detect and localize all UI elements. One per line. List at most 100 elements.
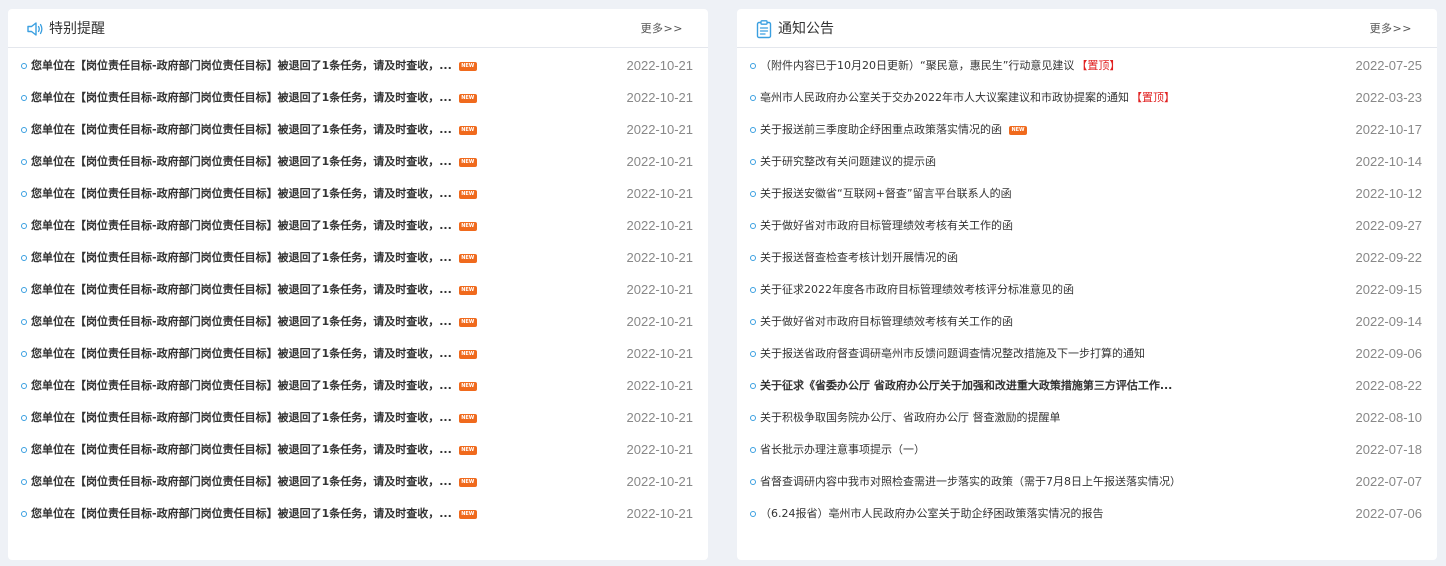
item-title-group[interactable]: 您单位在【岗位责任目标-政府部门岗位责任目标】被退回了1条任务，请及时查收，..… xyxy=(31,442,477,458)
list-item[interactable]: 关于研究整改有关问题建议的提示函 2022-10-14 xyxy=(737,147,1437,179)
item-title-group[interactable]: 关于积极争取国务院办公厅、省政府办公厅 督查激励的提醒单 xyxy=(760,410,1061,426)
item-title[interactable]: 关于征求《省委办公厅 省政府办公厅关于加强和改进重大政策措施第三方评估工作... xyxy=(760,378,1172,394)
item-title-group[interactable]: 关于报送安徽省“互联网+督查”留言平台联系人的函 xyxy=(760,186,1012,202)
list-item[interactable]: 您单位在【岗位责任目标-政府部门岗位责任目标】被退回了1条任务，请及时查收，..… xyxy=(8,371,708,403)
list-item[interactable]: 关于征求《省委办公厅 省政府办公厅关于加强和改进重大政策措施第三方评估工作...… xyxy=(737,371,1437,403)
item-title-group[interactable]: 您单位在【岗位责任目标-政府部门岗位责任目标】被退回了1条任务，请及时查收，..… xyxy=(31,378,477,394)
item-title-group[interactable]: 您单位在【岗位责任目标-政府部门岗位责任目标】被退回了1条任务，请及时查收，..… xyxy=(31,410,477,426)
item-title-group[interactable]: （6.24报省）亳州市人民政府办公室关于助企纾困政策落实情况的报告 xyxy=(760,506,1104,522)
item-title[interactable]: 省长批示办理注意事项提示（一） xyxy=(760,442,925,458)
list-item[interactable]: 亳州市人民政府办公室关于交办2022年市人大议案建议和市政协提案的通知 【置顶】 2… xyxy=(737,83,1437,115)
list-item[interactable]: 关于报送前三季度助企纾困重点政策落实情况的函 NEW 2022-10-17 xyxy=(737,115,1437,147)
item-title-group[interactable]: 您单位在【岗位责任目标-政府部门岗位责任目标】被退回了1条任务，请及时查收，..… xyxy=(31,474,477,490)
item-title-group[interactable]: 关于征求《省委办公厅 省政府办公厅关于加强和改进重大政策措施第三方评估工作... xyxy=(760,378,1172,394)
list-item[interactable]: 您单位在【岗位责任目标-政府部门岗位责任目标】被退回了1条任务，请及时查收，..… xyxy=(8,307,708,339)
item-title-group[interactable]: 关于报送前三季度助企纾困重点政策落实情况的函 NEW xyxy=(760,122,1027,138)
item-title-group[interactable]: 您单位在【岗位责任目标-政府部门岗位责任目标】被退回了1条任务，请及时查收，..… xyxy=(31,314,477,330)
item-title-group[interactable]: 省长批示办理注意事项提示（一） xyxy=(760,442,925,458)
item-title[interactable]: 关于报送督查检查考核计划开展情况的函 xyxy=(760,250,958,266)
item-title-group[interactable]: 关于征求2022年度各市政府目标管理绩效考核评分标准意见的函 xyxy=(760,282,1074,298)
item-title[interactable]: 您单位在【岗位责任目标-政府部门岗位责任目标】被退回了1条任务，请及时查收，..… xyxy=(31,410,452,426)
list-item[interactable]: 您单位在【岗位责任目标-政府部门岗位责任目标】被退回了1条任务，请及时查收，..… xyxy=(8,339,708,371)
item-date: 2022-10-21 xyxy=(626,250,694,265)
item-title[interactable]: （附件内容已于10月20日更新）“聚民意，惠民生”行动意见建议 xyxy=(760,58,1074,74)
list-item[interactable]: 您单位在【岗位责任目标-政府部门岗位责任目标】被退回了1条任务，请及时查收，..… xyxy=(8,211,708,243)
list-item[interactable]: 您单位在【岗位责任目标-政府部门岗位责任目标】被退回了1条任务，请及时查收，..… xyxy=(8,243,708,275)
item-date: 2022-10-21 xyxy=(626,282,694,297)
item-title[interactable]: 关于报送前三季度助企纾困重点政策落实情况的函 xyxy=(760,122,1002,138)
item-title-group[interactable]: 您单位在【岗位责任目标-政府部门岗位责任目标】被退回了1条任务，请及时查收，..… xyxy=(31,122,477,138)
item-title[interactable]: 您单位在【岗位责任目标-政府部门岗位责任目标】被退回了1条任务，请及时查收，..… xyxy=(31,314,452,330)
item-title-group[interactable]: 关于做好省对市政府目标管理绩效考核有关工作的函 xyxy=(760,218,1013,234)
list-item[interactable]: 关于征求2022年度各市政府目标管理绩效考核评分标准意见的函 2022-09-15 xyxy=(737,275,1437,307)
list-item[interactable]: 省督查调研内容中我市对照检查需进一步落实的政策（需于7月8日上午报送落实情况） 2… xyxy=(737,467,1437,499)
bullet-icon xyxy=(21,191,27,197)
item-title-group[interactable]: 您单位在【岗位责任目标-政府部门岗位责任目标】被退回了1条任务，请及时查收，..… xyxy=(31,186,477,202)
item-title[interactable]: 您单位在【岗位责任目标-政府部门岗位责任目标】被退回了1条任务，请及时查收，..… xyxy=(31,154,452,170)
item-title-group[interactable]: 省督查调研内容中我市对照检查需进一步落实的政策（需于7月8日上午报送落实情况） xyxy=(760,474,1181,490)
item-title[interactable]: 您单位在【岗位责任目标-政府部门岗位责任目标】被退回了1条任务，请及时查收，..… xyxy=(31,58,452,74)
item-title[interactable]: 关于报送省政府督查调研亳州市反馈问题调查情况整改措施及下一步打算的通知 xyxy=(760,346,1145,362)
bullet-icon xyxy=(750,287,756,293)
item-title[interactable]: （6.24报省）亳州市人民政府办公室关于助企纾困政策落实情况的报告 xyxy=(760,506,1104,522)
item-title[interactable]: 省督查调研内容中我市对照检查需进一步落实的政策（需于7月8日上午报送落实情况） xyxy=(760,474,1181,490)
item-title[interactable]: 关于征求2022年度各市政府目标管理绩效考核评分标准意见的函 xyxy=(760,282,1074,298)
new-badge-icon: NEW xyxy=(458,93,477,103)
item-title-group[interactable]: 关于研究整改有关问题建议的提示函 xyxy=(760,154,936,170)
item-title[interactable]: 关于做好省对市政府目标管理绩效考核有关工作的函 xyxy=(760,218,1013,234)
list-item[interactable]: 您单位在【岗位责任目标-政府部门岗位责任目标】被退回了1条任务，请及时查收，..… xyxy=(8,147,708,179)
list-item[interactable]: 关于做好省对市政府目标管理绩效考核有关工作的函 2022-09-14 xyxy=(737,307,1437,339)
item-title[interactable]: 您单位在【岗位责任目标-政府部门岗位责任目标】被退回了1条任务，请及时查收，..… xyxy=(31,122,452,138)
more-link[interactable]: 更多>> xyxy=(1370,21,1412,37)
item-title-group[interactable]: 您单位在【岗位责任目标-政府部门岗位责任目标】被退回了1条任务，请及时查收，..… xyxy=(31,218,477,234)
list-item[interactable]: 关于积极争取国务院办公厅、省政府办公厅 督查激励的提醒单 2022-08-10 xyxy=(737,403,1437,435)
more-link[interactable]: 更多>> xyxy=(641,21,683,37)
item-title-group[interactable]: 您单位在【岗位责任目标-政府部门岗位责任目标】被退回了1条任务，请及时查收，..… xyxy=(31,154,477,170)
list-item[interactable]: 您单位在【岗位责任目标-政府部门岗位责任目标】被退回了1条任务，请及时查收，..… xyxy=(8,51,708,83)
item-title[interactable]: 关于积极争取国务院办公厅、省政府办公厅 督查激励的提醒单 xyxy=(760,410,1061,426)
item-title-group[interactable]: 关于报送督查检查考核计划开展情况的函 xyxy=(760,250,958,266)
list-item[interactable]: 您单位在【岗位责任目标-政府部门岗位责任目标】被退回了1条任务，请及时查收，..… xyxy=(8,499,708,531)
item-title[interactable]: 您单位在【岗位责任目标-政府部门岗位责任目标】被退回了1条任务，请及时查收，..… xyxy=(31,90,452,106)
item-title-group[interactable]: 您单位在【岗位责任目标-政府部门岗位责任目标】被退回了1条任务，请及时查收，..… xyxy=(31,282,477,298)
list-item[interactable]: 您单位在【岗位责任目标-政府部门岗位责任目标】被退回了1条任务，请及时查收，..… xyxy=(8,275,708,307)
list-item[interactable]: （附件内容已于10月20日更新）“聚民意，惠民生”行动意见建议 【置顶】 2022-… xyxy=(737,51,1437,83)
item-title[interactable]: 您单位在【岗位责任目标-政府部门岗位责任目标】被退回了1条任务，请及时查收，..… xyxy=(31,474,452,490)
list-item[interactable]: 您单位在【岗位责任目标-政府部门岗位责任目标】被退回了1条任务，请及时查收，..… xyxy=(8,403,708,435)
list-item[interactable]: 您单位在【岗位责任目标-政府部门岗位责任目标】被退回了1条任务，请及时查收，..… xyxy=(8,115,708,147)
item-title-group[interactable]: 您单位在【岗位责任目标-政府部门岗位责任目标】被退回了1条任务，请及时查收，..… xyxy=(31,250,477,266)
item-title[interactable]: 关于做好省对市政府目标管理绩效考核有关工作的函 xyxy=(760,314,1013,330)
list-item[interactable]: 您单位在【岗位责任目标-政府部门岗位责任目标】被退回了1条任务，请及时查收，..… xyxy=(8,83,708,115)
item-title-group[interactable]: 亳州市人民政府办公室关于交办2022年市人大议案建议和市政协提案的通知 【置顶】 xyxy=(760,90,1175,106)
item-title[interactable]: 关于研究整改有关问题建议的提示函 xyxy=(760,154,936,170)
item-title-group[interactable]: 您单位在【岗位责任目标-政府部门岗位责任目标】被退回了1条任务，请及时查收，..… xyxy=(31,346,477,362)
list-item[interactable]: 关于做好省对市政府目标管理绩效考核有关工作的函 2022-09-27 xyxy=(737,211,1437,243)
list-item[interactable]: 您单位在【岗位责任目标-政府部门岗位责任目标】被退回了1条任务，请及时查收，..… xyxy=(8,467,708,499)
item-title[interactable]: 您单位在【岗位责任目标-政府部门岗位责任目标】被退回了1条任务，请及时查收，..… xyxy=(31,378,452,394)
item-title-group[interactable]: 您单位在【岗位责任目标-政府部门岗位责任目标】被退回了1条任务，请及时查收，..… xyxy=(31,58,477,74)
list-item[interactable]: （6.24报省）亳州市人民政府办公室关于助企纾困政策落实情况的报告 2022-07… xyxy=(737,499,1437,531)
list-item[interactable]: 关于报送安徽省“互联网+督查”留言平台联系人的函 2022-10-12 xyxy=(737,179,1437,211)
list-item[interactable]: 省长批示办理注意事项提示（一） 2022-07-18 xyxy=(737,435,1437,467)
item-title[interactable]: 亳州市人民政府办公室关于交办2022年市人大议案建议和市政协提案的通知 xyxy=(760,90,1129,106)
list-item[interactable]: 您单位在【岗位责任目标-政府部门岗位责任目标】被退回了1条任务，请及时查收，..… xyxy=(8,435,708,467)
item-title-group[interactable]: 关于做好省对市政府目标管理绩效考核有关工作的函 xyxy=(760,314,1013,330)
item-title-group[interactable]: 关于报送省政府督查调研亳州市反馈问题调查情况整改措施及下一步打算的通知 xyxy=(760,346,1145,362)
list-item[interactable]: 关于报送督查检查考核计划开展情况的函 2022-09-22 xyxy=(737,243,1437,275)
item-title[interactable]: 您单位在【岗位责任目标-政府部门岗位责任目标】被退回了1条任务，请及时查收，..… xyxy=(31,186,452,202)
item-date: 2022-10-21 xyxy=(626,346,694,361)
item-title[interactable]: 您单位在【岗位责任目标-政府部门岗位责任目标】被退回了1条任务，请及时查收，..… xyxy=(31,442,452,458)
item-title[interactable]: 关于报送安徽省“互联网+督查”留言平台联系人的函 xyxy=(760,186,1012,202)
item-title[interactable]: 您单位在【岗位责任目标-政府部门岗位责任目标】被退回了1条任务，请及时查收，..… xyxy=(31,250,452,266)
item-title[interactable]: 您单位在【岗位责任目标-政府部门岗位责任目标】被退回了1条任务，请及时查收，..… xyxy=(31,218,452,234)
item-title-group[interactable]: 您单位在【岗位责任目标-政府部门岗位责任目标】被退回了1条任务，请及时查收，..… xyxy=(31,90,477,106)
item-title[interactable]: 您单位在【岗位责任目标-政府部门岗位责任目标】被退回了1条任务，请及时查收，..… xyxy=(31,506,452,522)
item-title[interactable]: 您单位在【岗位责任目标-政府部门岗位责任目标】被退回了1条任务，请及时查收，..… xyxy=(31,282,452,298)
list-item[interactable]: 您单位在【岗位责任目标-政府部门岗位责任目标】被退回了1条任务，请及时查收，..… xyxy=(8,179,708,211)
item-title-group[interactable]: （附件内容已于10月20日更新）“聚民意，惠民生”行动意见建议 【置顶】 xyxy=(760,58,1120,74)
bullet-icon xyxy=(750,95,756,101)
panel-title: 通知公告 xyxy=(778,21,834,37)
list-item[interactable]: 关于报送省政府督查调研亳州市反馈问题调查情况整改措施及下一步打算的通知 2022-… xyxy=(737,339,1437,371)
item-title-group[interactable]: 您单位在【岗位责任目标-政府部门岗位责任目标】被退回了1条任务，请及时查收，..… xyxy=(31,506,477,522)
item-title[interactable]: 您单位在【岗位责任目标-政府部门岗位责任目标】被退回了1条任务，请及时查收，..… xyxy=(31,346,452,362)
